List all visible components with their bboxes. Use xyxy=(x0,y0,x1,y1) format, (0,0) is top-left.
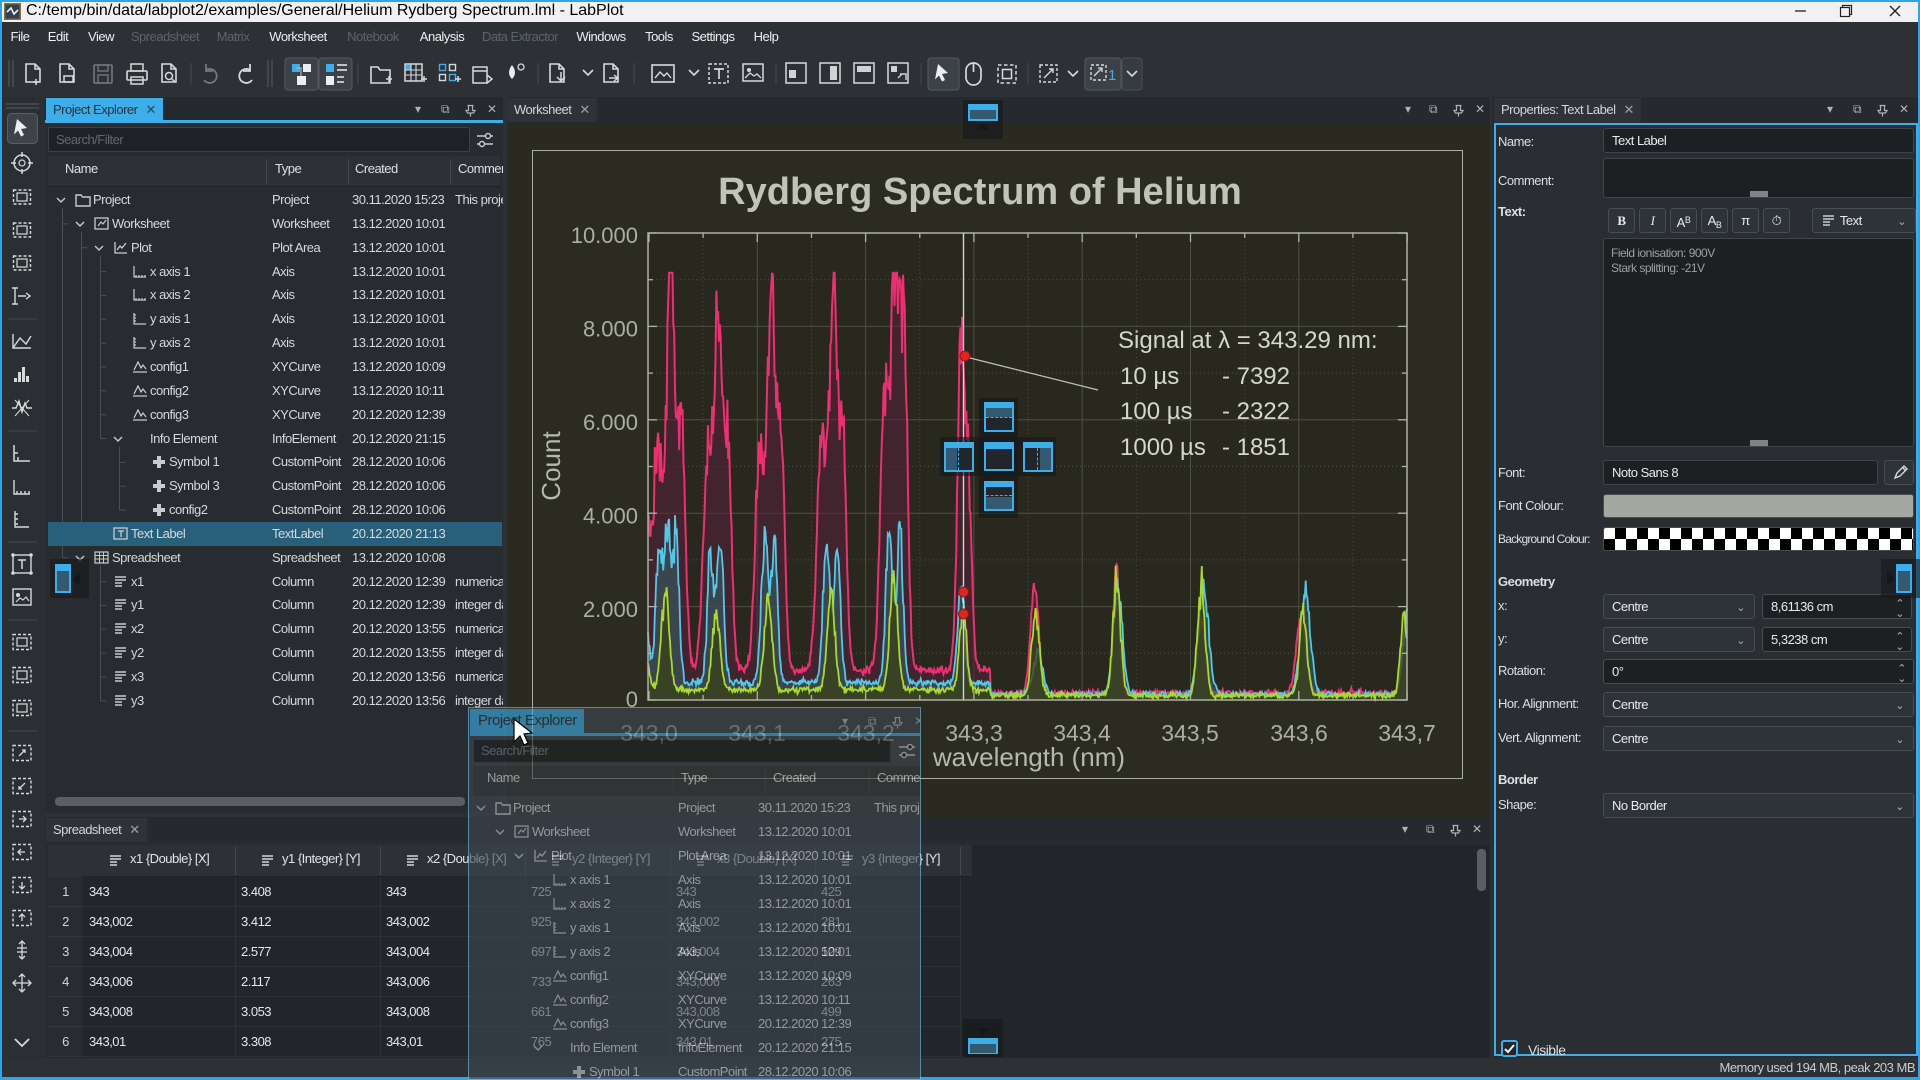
svg-text:-: - xyxy=(1222,434,1230,461)
svg-text:343,5: 343,5 xyxy=(1161,720,1219,746)
svg-text:2322: 2322 xyxy=(1237,398,1290,425)
svg-text:6.000: 6.000 xyxy=(583,410,638,435)
svg-text:2.000: 2.000 xyxy=(583,597,638,622)
svg-text:1000 µs: 1000 µs xyxy=(1120,434,1206,461)
svg-text:1: 1 xyxy=(1108,67,1116,84)
svg-text:1851: 1851 xyxy=(1237,434,1290,461)
svg-text:-: - xyxy=(1222,363,1230,390)
svg-text:wavelength (nm): wavelength (nm) xyxy=(932,742,1125,772)
svg-text:10.000: 10.000 xyxy=(571,223,638,248)
svg-text:343,6: 343,6 xyxy=(1270,720,1328,746)
svg-text:Count: Count xyxy=(536,431,566,501)
svg-text:Rydberg Spectrum of Helium: Rydberg Spectrum of Helium xyxy=(718,171,1242,213)
svg-text:-: - xyxy=(1222,398,1230,425)
svg-text:10 µs: 10 µs xyxy=(1120,363,1179,390)
svg-text:4.000: 4.000 xyxy=(583,503,638,528)
svg-text:343,7: 343,7 xyxy=(1378,720,1436,746)
svg-text:8.000: 8.000 xyxy=(583,317,638,342)
svg-text:Signal at λ = 343.29 nm:: Signal at λ = 343.29 nm: xyxy=(1118,327,1378,354)
svg-text:7392: 7392 xyxy=(1237,363,1290,390)
svg-text:100 µs: 100 µs xyxy=(1120,398,1193,425)
